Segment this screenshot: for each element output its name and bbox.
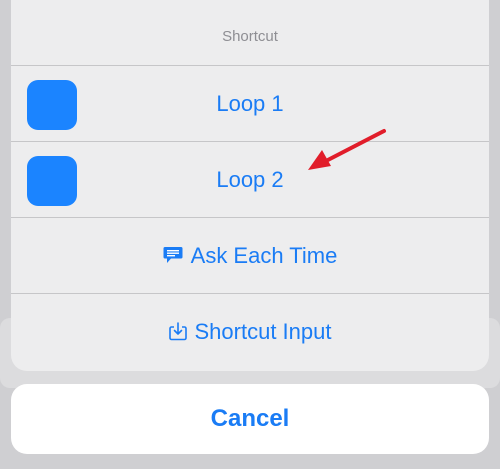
option-content: Shortcut Input xyxy=(11,294,489,369)
sheet-title: Shortcut xyxy=(11,0,489,66)
option-label: Shortcut Input xyxy=(194,318,332,344)
tray-arrow-icon xyxy=(168,322,187,341)
cancel-button[interactable]: Cancel xyxy=(11,384,489,454)
option-label: Ask Each Time xyxy=(190,242,338,268)
option-label: Loop 1 xyxy=(216,90,284,116)
chat-bubble-icon xyxy=(163,246,183,265)
action-sheet: Shortcut Loop 1 Loop 2 Ask Each Time Sho… xyxy=(11,0,489,371)
option-label: Loop 2 xyxy=(216,166,284,192)
option-loop-1[interactable]: Loop 1 xyxy=(11,66,489,142)
option-ask-each-time[interactable]: Ask Each Time xyxy=(11,218,489,294)
annotation-arrow-icon xyxy=(308,129,386,170)
option-content: Ask Each Time xyxy=(11,218,489,293)
option-shortcut-input[interactable]: Shortcut Input xyxy=(11,294,489,369)
option-loop-2[interactable]: Loop 2 xyxy=(11,142,489,218)
